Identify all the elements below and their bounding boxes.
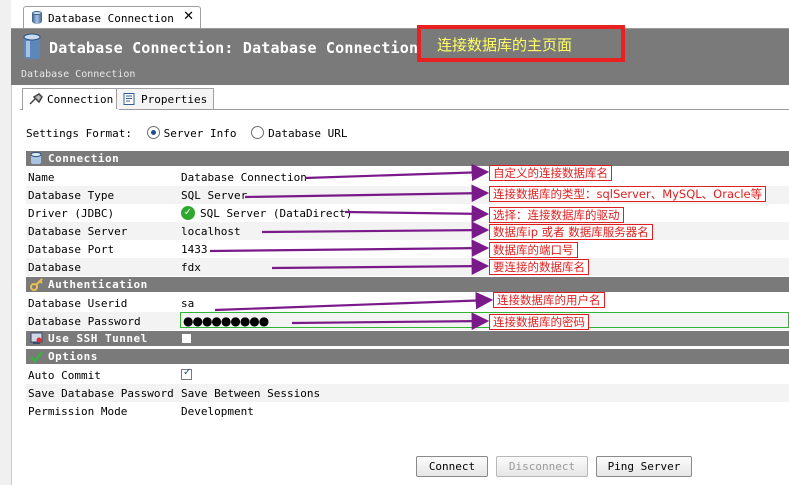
arrow-name [304,163,490,182]
arrow-port [209,239,490,257]
arrow-database-type [244,184,490,203]
arrow-server [261,221,490,239]
arrow-database [271,257,490,275]
annotation-server: 数据库ip 或者 数据库服务器名 [489,224,653,240]
disconnect-button[interactable]: Disconnect [496,456,588,477]
annotation-database: 要连接的数据库名 [489,259,589,275]
annotation-database-type: 连接数据库的类型：sqlServer、MySQL、Oracle等 [489,186,767,202]
annotation-name: 自定义的连接数据库名 [489,165,612,181]
annotation-password: 连接数据库的密码 [489,314,589,330]
annotation-arrows [209,163,494,330]
annotation-driver: 选择：连接数据库的驱动 [489,207,624,223]
annotation-userid: 连接数据库的用户名 [493,292,605,308]
annotation-port: 数据库的端口号 [489,242,578,258]
arrow-userid [214,291,494,312]
connect-button[interactable]: Connect [416,456,488,477]
arrow-password [291,312,490,330]
ping-server-button[interactable]: Ping Server [596,456,692,477]
arrow-driver [344,204,490,223]
